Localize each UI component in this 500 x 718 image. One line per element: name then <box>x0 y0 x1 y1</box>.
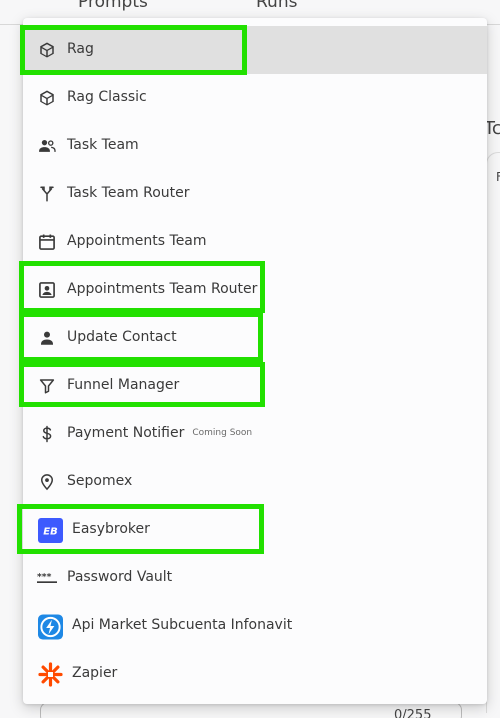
menu-item-sepomex[interactable]: Sepomex <box>23 458 487 506</box>
menu-item-task-team-router[interactable]: Task Team Router <box>23 170 487 218</box>
menu-item-payment-notifier[interactable]: Payment Notifier Coming Soon <box>23 410 487 458</box>
funnel-icon <box>37 376 57 396</box>
character-counter: 0/255 <box>394 708 432 718</box>
background-tab-bar: Prompts Runs <box>0 0 500 14</box>
background-label-fragment: F <box>496 170 500 184</box>
menu-item-label: Sepomex <box>67 473 133 489</box>
menu-item-funnel-manager[interactable]: Funnel Manager <box>23 362 487 410</box>
cube-outline-icon <box>37 40 57 60</box>
menu-item-label: Payment Notifier Coming Soon <box>67 425 252 441</box>
easybroker-logo-icon: EB <box>38 518 63 543</box>
menu-item-label: Task Team Router <box>67 185 190 201</box>
app-page: Prompts Runs Tc F 0/255 Rag Rag Classic … <box>0 0 500 718</box>
menu-item-task-team[interactable]: Task Team <box>23 122 487 170</box>
password-dots-icon: *** <box>37 568 57 588</box>
menu-item-rag-classic[interactable]: Rag Classic <box>23 74 487 122</box>
cube-outline-icon <box>37 88 57 108</box>
menu-item-easybroker[interactable]: EB Easybroker <box>23 506 487 554</box>
svg-text:EB: EB <box>43 527 57 538</box>
people-icon <box>37 136 57 156</box>
tab-prompts[interactable]: Prompts <box>78 0 148 12</box>
menu-item-zapier[interactable]: Zapier <box>23 650 487 698</box>
lightning-logo-icon <box>38 614 63 639</box>
contact-badge-icon <box>37 280 57 300</box>
svg-text:***: *** <box>37 572 52 583</box>
menu-item-label: Appointments Team <box>67 233 207 249</box>
menu-item-label: Task Team <box>67 137 139 153</box>
menu-item-label: Appointments Team Router <box>67 281 258 297</box>
menu-item-label: Funnel Manager <box>67 377 180 393</box>
menu-item-label: Update Contact <box>67 329 177 345</box>
coming-soon-badge: Coming Soon <box>192 428 253 438</box>
menu-item-label: Password Vault <box>67 569 173 585</box>
menu-item-api-market-subcuenta-infonavit[interactable]: Api Market Subcuenta Infonavit <box>23 602 487 650</box>
menu-item-appointments-team-router[interactable]: Appointments Team Router <box>23 266 487 314</box>
menu-item-label-text: Payment Notifier <box>67 425 185 441</box>
menu-item-label: Api Market Subcuenta Infonavit <box>72 617 293 633</box>
agent-type-dropdown-menu: Rag Rag Classic Task Team Task Team Rout… <box>23 18 487 704</box>
menu-item-update-contact[interactable]: Update Contact <box>23 314 487 362</box>
dollar-icon <box>37 424 57 444</box>
menu-item-label: Rag <box>67 41 94 57</box>
menu-item-appointments-team[interactable]: Appointments Team <box>23 218 487 266</box>
menu-item-label: Rag Classic <box>67 89 147 105</box>
calendar-icon <box>37 232 57 252</box>
menu-item-label: Easybroker <box>72 521 150 537</box>
background-card <box>486 152 500 713</box>
fork-icon <box>37 184 57 204</box>
menu-item-password-vault[interactable]: *** Password Vault <box>23 554 487 602</box>
location-pin-icon <box>37 472 57 492</box>
person-icon <box>37 328 57 348</box>
tab-runs[interactable]: Runs <box>256 0 297 12</box>
menu-item-label: Zapier <box>72 665 118 681</box>
menu-item-rag[interactable]: Rag <box>23 26 487 74</box>
zapier-logo-icon <box>38 662 63 687</box>
